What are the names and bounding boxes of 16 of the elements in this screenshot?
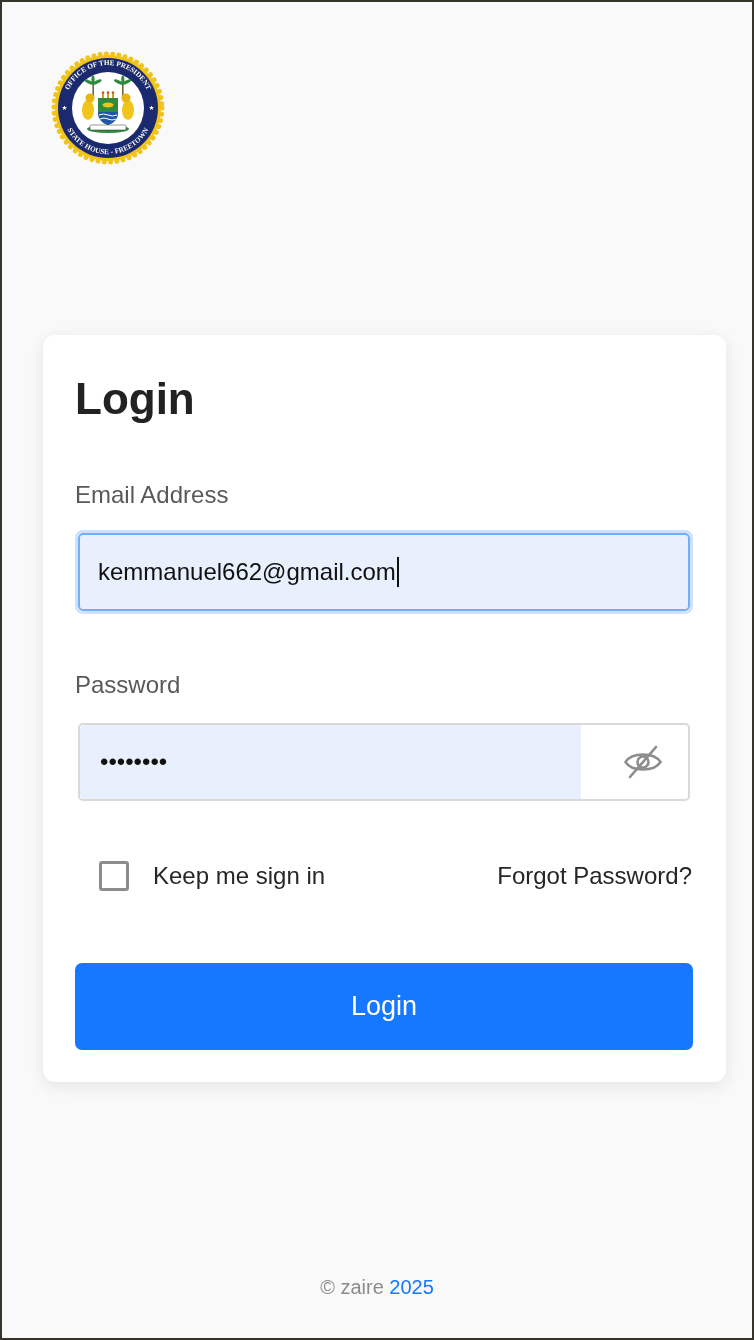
login-title: Login: [75, 373, 196, 425]
year-link[interactable]: 2025: [389, 1276, 434, 1298]
text-cursor-icon: [396, 557, 399, 587]
eye-slash-icon: [623, 745, 663, 779]
password-field[interactable]: ••••••••: [75, 720, 693, 804]
star-icon: [149, 105, 154, 111]
email-input[interactable]: kemmanuel662@gmail.com: [75, 530, 693, 614]
email-label: Email Address: [75, 481, 230, 509]
keep-signed-in-label: Keep me sign in: [153, 862, 326, 890]
copyright-text: © zaire 2025: [320, 1275, 434, 1299]
login-button[interactable]: Login: [75, 963, 693, 1050]
password-label: Password: [75, 671, 182, 699]
keep-signed-in-checkbox[interactable]: [99, 861, 129, 891]
password-input[interactable]: ••••••••: [80, 725, 581, 799]
star-icon: [62, 105, 67, 111]
forgot-password-link[interactable]: Forgot Password?: [497, 862, 692, 890]
